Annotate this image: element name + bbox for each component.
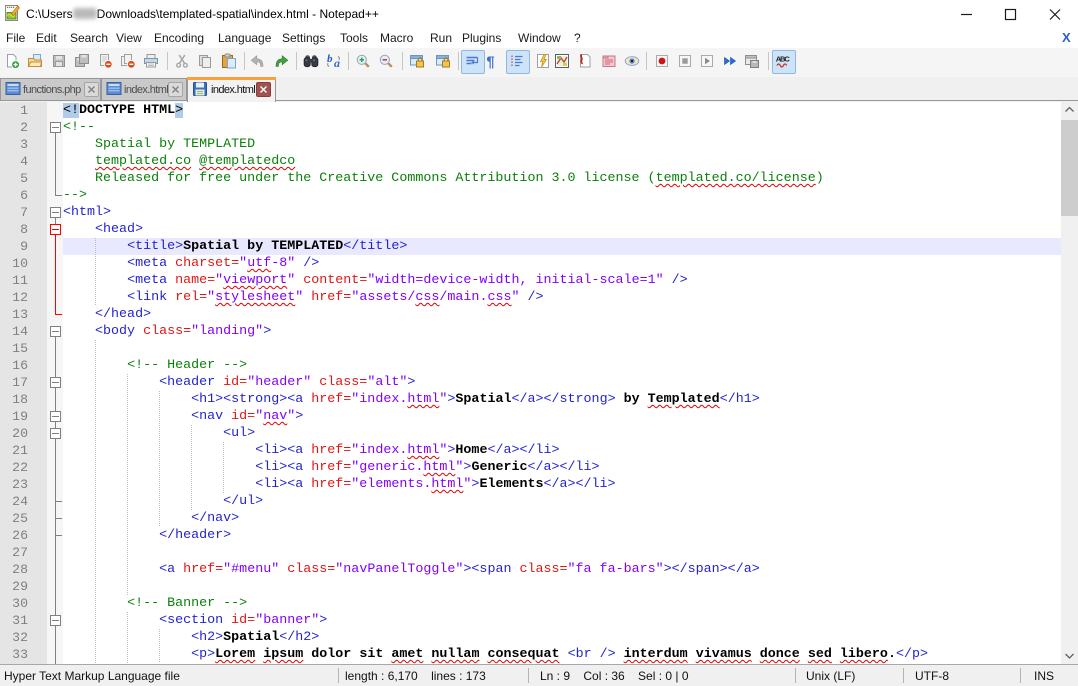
svg-text:ABC: ABC xyxy=(776,55,791,64)
svg-text:¶: ¶ xyxy=(486,54,494,69)
